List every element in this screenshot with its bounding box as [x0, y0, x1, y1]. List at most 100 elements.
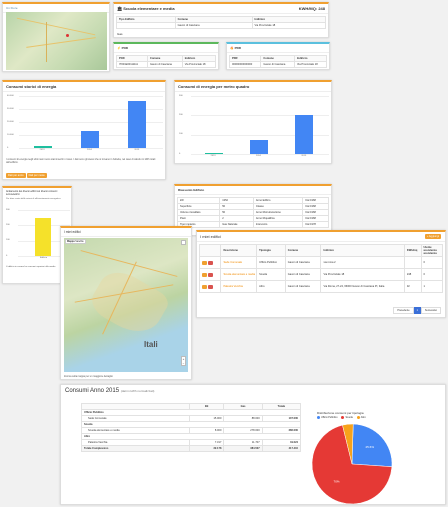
- flame-icon: 🔥: [230, 46, 234, 50]
- chart2-area: 300 200 100 0 2013 2014 2015: [179, 94, 329, 160]
- miei-map-canvas[interactable]: Mappa Satellite Itali + −: [64, 238, 188, 372]
- delete-button[interactable]: [208, 272, 213, 277]
- y-tick-label: 200: [179, 114, 183, 117]
- consumi-panel: Consumi Anno 2015 (dati in kWh normalizz…: [60, 384, 446, 505]
- y-tick-label: 300: [6, 208, 10, 211]
- school-note: Gas: [117, 32, 123, 36]
- building-link[interactable]: Scuola elementare e media: [220, 268, 258, 281]
- delete-button[interactable]: [208, 284, 213, 289]
- pod-panel: ⚡ POD POD Comune Indirizzo IT001E00111111 G…: [113, 42, 219, 70]
- y-tick-label: 0: [179, 152, 181, 155]
- y-tick-label: 100: [179, 133, 183, 136]
- buildings-header: I miei edifici + Aggiungi: [197, 232, 445, 242]
- chart1-title: Consumi storici di energia: [3, 82, 165, 92]
- chart1-panel: Consumi storici di energia 40.000 30.000 2…: [2, 80, 166, 180]
- x-tick-label: Edificio: [40, 257, 48, 259]
- table-row: Sede Comunale Ufficio Pubblico Gavon di Ca…: [198, 256, 444, 269]
- chart-bar[interactable]: [33, 146, 52, 148]
- pie-chart: 25.6% 70%: [311, 423, 393, 504]
- school-kwh: KWH/MQ: 248: [298, 6, 325, 11]
- chart-bar[interactable]: [128, 100, 147, 148]
- x-tick-label: 2014: [256, 155, 261, 157]
- y-tick-label: 20.000: [7, 120, 14, 123]
- pie-slice-label: 70%: [334, 479, 340, 483]
- yellow-chart-description: Per dare conto delle azioni di efficient…: [6, 198, 62, 200]
- pagination: Precedente 1 Successivo: [393, 307, 441, 314]
- miei-map-footer: Zooma sulla mappa per un maggiore dettag…: [64, 375, 113, 378]
- previous-page-button[interactable]: Precedente: [393, 307, 414, 314]
- pdr-table: PDR Comune Indirizzo 00000000000000 Gavon d…: [228, 55, 328, 68]
- chart-bar[interactable]: [250, 139, 268, 154]
- pdr-title: 🔥 PDR: [227, 44, 329, 53]
- school-header: 🏛 Scuola elementare e media KWH/MQ: 248: [114, 4, 328, 14]
- edit-button[interactable]: [202, 272, 207, 277]
- buildings-table: Descrizione Tipologia Comune Indirizzo KWh/m…: [198, 244, 444, 293]
- y-tick-label: 40.000: [7, 94, 14, 97]
- chart1-description: I consumi di energia negli ultimi anni s…: [6, 158, 156, 164]
- x-tick-label: 2013: [210, 155, 216, 157]
- pie-slice-label: 25.6%: [366, 445, 375, 449]
- y-tick-label: 300: [179, 94, 183, 97]
- map-top-canvas[interactable]: [6, 12, 107, 70]
- y-tick-label: 100: [6, 239, 10, 242]
- summary-row: Tipo impianto Gas Naturale Intervento Dal 1…: [176, 221, 329, 228]
- chart2-title: Consumi di energia per metro quadro: [175, 82, 331, 92]
- map-top-panel: Un Fiore: [2, 2, 110, 72]
- dati-per-anno-button[interactable]: Dati per anno: [6, 173, 26, 178]
- buildings-title: I miei edifici: [200, 234, 221, 239]
- x-tick-label: 2015: [134, 149, 140, 151]
- dati-per-mese-button[interactable]: Dati per mese: [26, 173, 47, 178]
- delete-button[interactable]: [208, 260, 213, 265]
- grid-line: [18, 210, 70, 211]
- summary-panel: Riassunto Edificio kW 1352 Anno Edifico Dal…: [174, 184, 332, 236]
- miei-map-panel: I miei edifici Mappa Satellite Itali + −…: [60, 226, 192, 380]
- pie-title: Distribuzione consumi per tipologia: [317, 411, 364, 415]
- fullscreen-icon[interactable]: [181, 240, 186, 245]
- edit-button[interactable]: [202, 260, 207, 265]
- chart2-panel: Consumi di energia per metro quadro 300 2…: [174, 80, 332, 164]
- grid-line: [19, 96, 163, 97]
- yellow-chart-title: Andamento dei diversi edifici sui divers…: [6, 190, 58, 196]
- zoom-out-icon[interactable]: −: [182, 361, 185, 365]
- pod-table: POD Comune Indirizzo IT001E00111111 Gavon d…: [116, 55, 217, 68]
- building-link[interactable]: Sede Comunale: [220, 256, 258, 269]
- building-icon: 🏛: [117, 6, 123, 11]
- summary-table: kW 1352 Anno Edifico Dal 1968 Superficie 50 C…: [176, 197, 329, 228]
- school-table: Tipo Edificio Comune Indirizzo Gavon di Ca…: [116, 16, 327, 29]
- pdr-panel: 🔥 PDR PDR Comune Indirizzo 00000000000000 G…: [226, 42, 330, 70]
- satellite-view-button[interactable]: Satellite: [75, 240, 84, 243]
- add-building-button[interactable]: + Aggiungi: [424, 234, 441, 239]
- chart-bar[interactable]: [204, 153, 223, 154]
- buildings-panel: I miei edifici + Aggiungi Descrizione Tip…: [196, 230, 446, 318]
- y-tick-label: 0: [6, 254, 8, 257]
- summary-title: Riassunto Edificio: [175, 186, 331, 195]
- y-tick-label: 200: [6, 224, 10, 227]
- next-page-button[interactable]: Successivo: [420, 307, 441, 314]
- map-marker-icon[interactable]: [66, 34, 69, 37]
- y-tick-label: 30.000: [7, 107, 14, 110]
- yellow-chart-caption: L'edificio in esame ha consumi superiori…: [6, 266, 56, 268]
- consumi-header: Consumi Anno 2015 (dati in kWh normalizz…: [61, 385, 445, 397]
- chart-bar[interactable]: [81, 130, 99, 148]
- school-title: Scuola elementare e media: [123, 6, 175, 11]
- x-tick-label: 2015: [301, 155, 307, 157]
- miei-map-title: I miei edifici: [61, 228, 191, 237]
- building-link[interactable]: Palestra Vecchia: [220, 280, 258, 293]
- map-view-button[interactable]: Mappa: [67, 240, 75, 243]
- total-row: Totale Complessivo 22.178 384.527 417.410: [81, 445, 302, 452]
- table-row: Scuola elementare e media Scuola Gavon di …: [198, 268, 444, 281]
- consumi-subtitle: (dati in kWh normalizzati): [120, 389, 155, 393]
- y-tick-label: 0: [7, 146, 9, 149]
- school-panel: 🏛 Scuola elementare e media KWH/MQ: 248 …: [113, 2, 329, 38]
- x-tick-label: 2014: [87, 149, 92, 151]
- chart1-area: 40.000 30.000 20.000 10.000 0 2013 2014 2015: [7, 94, 163, 154]
- chart-bar[interactable]: [295, 115, 314, 154]
- map-country-label: Itali: [144, 340, 158, 349]
- edit-button[interactable]: [202, 284, 207, 289]
- consumi-table: EE Gas Totale Ufficio Pubblico Sede Comuna…: [81, 403, 302, 452]
- chart-bar[interactable]: [35, 217, 51, 256]
- plug-icon: ⚡: [117, 46, 121, 50]
- consumi-title: Consumi Anno 2015: [65, 388, 120, 394]
- x-tick-label: 2013: [39, 149, 45, 151]
- page-1-button[interactable]: 1: [413, 307, 421, 314]
